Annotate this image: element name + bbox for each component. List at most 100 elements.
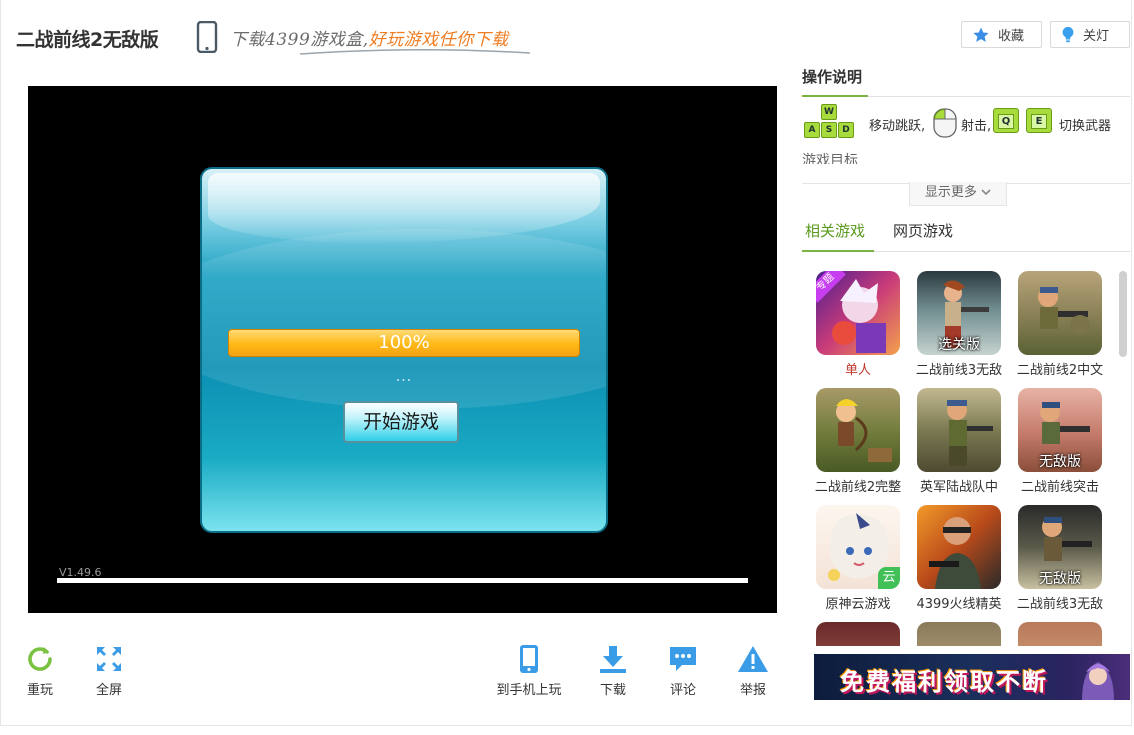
instructions-heading: 操作说明 <box>802 68 863 86</box>
game-item[interactable] <box>808 622 908 646</box>
character-art <box>1082 662 1114 700</box>
game-name: 单人 <box>844 363 871 378</box>
box-promo-link[interactable]: 下载4399游戏盒,好玩游戏任你下载 <box>230 25 509 50</box>
key-a: A <box>804 122 820 138</box>
game-item[interactable] <box>909 622 1009 646</box>
fullscreen-label: 全屏 <box>95 683 122 698</box>
game-item[interactable]: 专题 单人 <box>808 271 908 378</box>
download-button[interactable]: 下载 <box>594 643 632 698</box>
cloud-tag: 云 <box>878 567 900 589</box>
game-name: 二战前线2完整 <box>814 480 902 495</box>
version-badge: 选关版 <box>938 337 980 353</box>
warning-icon <box>738 646 768 672</box>
favorite-label: 收藏 <box>998 29 1025 44</box>
game-goal-heading: 游戏目标 <box>802 153 858 164</box>
game-item[interactable]: 无敌版 二战前线3无敌 <box>1010 505 1110 612</box>
replay-label: 重玩 <box>26 683 53 698</box>
related-games-scrollbar[interactable] <box>1119 271 1127 357</box>
bulb-icon <box>1062 26 1074 42</box>
key-q-label: Q <box>998 114 1014 129</box>
chevron-down-icon <box>981 189 991 196</box>
version-badge: 无敌版 <box>1039 454 1081 470</box>
game-name: 二战前线3无敌 <box>915 363 1003 378</box>
game-name: 英军陆战队中 <box>919 480 998 495</box>
game-name: 二战前线突击 <box>1020 480 1099 495</box>
star-icon <box>973 27 989 42</box>
promo-swoosh <box>300 48 530 55</box>
game-title: 二战前线2无敌版 <box>16 29 159 51</box>
game-thumbnail <box>1018 271 1102 355</box>
play-on-phone-label: 到手机上玩 <box>496 683 562 698</box>
soldier-art <box>836 399 892 462</box>
lights-off-label: 关灯 <box>1083 29 1110 44</box>
game-thumbnail <box>917 505 1001 589</box>
game-item[interactable]: 云 原神云游戏 <box>808 505 908 612</box>
phone-icon[interactable] <box>196 21 218 53</box>
progress-text: 100% <box>378 332 430 353</box>
comment-button[interactable]: 评论 <box>664 643 702 698</box>
related-games-list: 专题 单人 选关版 二战前线3无敌 二战前线2中文 二战前线2完整 英军陆战队中… <box>808 271 1110 646</box>
game-item[interactable]: 二战前线2完整 <box>808 388 908 495</box>
tab-related-games[interactable]: 相关游戏 <box>805 220 865 241</box>
game-item[interactable]: 二战前线2中文 <box>1010 271 1110 378</box>
instr-switch-text: 切换武器 <box>1059 119 1112 134</box>
game-item[interactable]: 选关版 二战前线3无敌 <box>909 271 1009 378</box>
game-item[interactable]: 4399火线精英 <box>909 505 1009 612</box>
game-name: 原神云游戏 <box>825 597 891 612</box>
promo-text-grey: 下载4399游戏盒, <box>230 30 369 50</box>
promo-banner[interactable]: 免费福利领取不断 <box>814 654 1130 700</box>
show-more-label: 显示更多 <box>924 185 977 200</box>
controls-instructions: W A S D 移动跳跃, 射击, Q E 切换武器 <box>802 104 1130 144</box>
key-d: D <box>838 122 854 138</box>
game-item[interactable] <box>1010 622 1110 646</box>
play-on-phone-button[interactable]: 到手机上玩 <box>492 643 566 698</box>
version-badge: 无敌版 <box>1039 571 1081 587</box>
soldier-art <box>929 517 981 589</box>
game-item[interactable]: 无敌版 二战前线突击 <box>1010 388 1110 495</box>
game-bottom-bar <box>57 578 748 583</box>
instructions-heading-underline <box>802 95 868 97</box>
mouse-icon <box>933 108 957 138</box>
loading-dots: ... <box>395 369 413 385</box>
promo-text-orange: 好玩游戏任你下载 <box>368 30 509 50</box>
loading-progress-bar: 100% <box>228 329 580 357</box>
comment-label: 评论 <box>669 683 696 698</box>
fullscreen-button[interactable]: 全屏 <box>89 643 129 698</box>
game-item[interactable]: 英军陆战队中 <box>909 388 1009 495</box>
soldier-art <box>1038 287 1090 335</box>
download-label: 下载 <box>599 683 626 698</box>
game-name: 二战前线3无敌 <box>1016 597 1104 612</box>
favorite-button[interactable]: 收藏 <box>961 21 1042 48</box>
show-more-button[interactable]: 显示更多 <box>909 182 1007 206</box>
game-thumbnail <box>1018 622 1102 646</box>
game-thumbnail <box>917 388 1001 472</box>
game-name: 4399火线精英 <box>916 597 1002 612</box>
game-canvas[interactable]: 100% ... 开始游戏 V1.49.6 <box>28 86 777 613</box>
tab-web-games[interactable]: 网页游戏 <box>893 220 953 241</box>
loading-panel: 100% ... 开始游戏 <box>200 167 608 533</box>
instr-move-text: 移动跳跃, <box>869 119 926 134</box>
game-thumbnail: 无敌版 <box>1018 505 1102 589</box>
replay-button[interactable]: 重玩 <box>20 643 60 698</box>
report-button[interactable]: 举报 <box>733 643 773 698</box>
game-thumbnail: 选关版 <box>917 271 1001 355</box>
key-e-label: E <box>1031 114 1047 129</box>
panel-gloss <box>208 173 600 243</box>
fullscreen-icon <box>97 647 121 671</box>
comment-icon <box>670 647 696 671</box>
game-thumbnail <box>816 388 900 472</box>
download-icon <box>600 646 626 673</box>
game-thumbnail: 无敌版 <box>1018 388 1102 472</box>
start-game-button[interactable]: 开始游戏 <box>343 401 459 443</box>
refresh-icon <box>28 647 52 671</box>
key-w: W <box>821 104 837 120</box>
phone-icon <box>520 645 538 673</box>
game-thumbnail <box>917 622 1001 646</box>
lights-off-button[interactable]: 关灯 <box>1050 21 1130 48</box>
report-label: 举报 <box>739 683 766 698</box>
key-e: E <box>1026 108 1052 133</box>
game-thumbnail: 云 <box>816 505 900 589</box>
key-s: S <box>821 122 837 138</box>
game-thumbnail <box>816 622 900 646</box>
game-thumbnail: 专题 <box>816 271 900 355</box>
